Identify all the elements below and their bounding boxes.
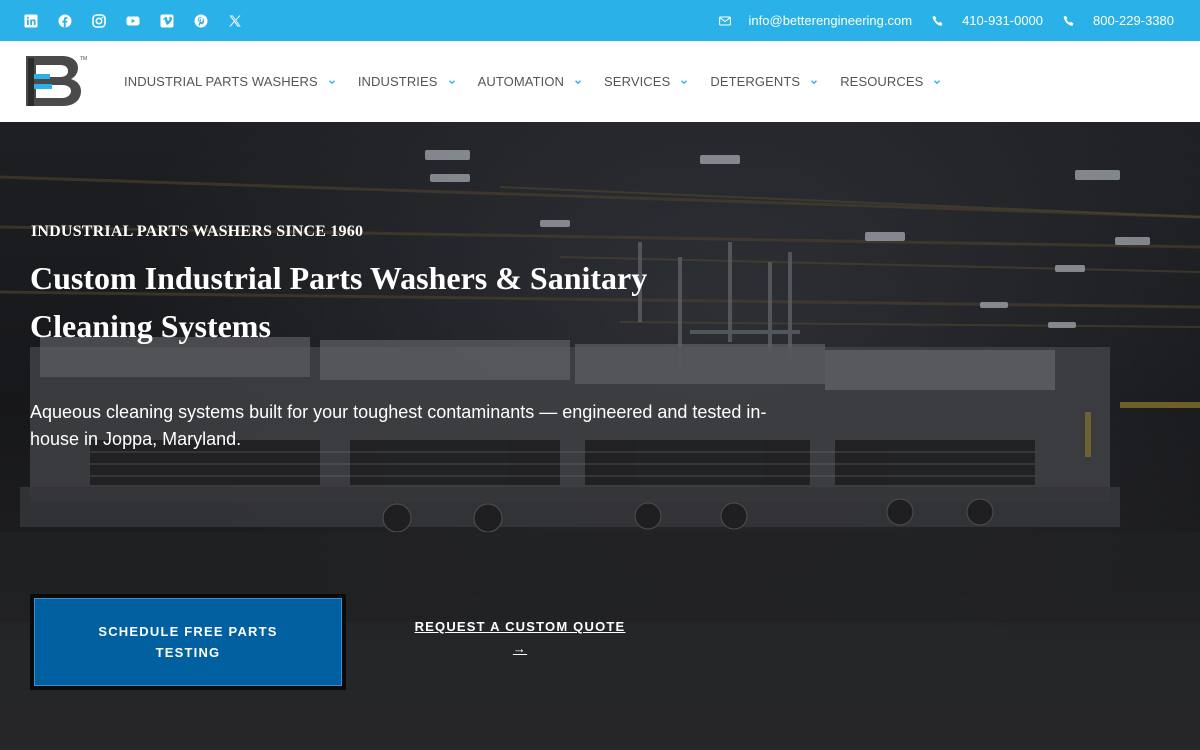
chevron-down-icon	[811, 79, 818, 84]
phone-link-2[interactable]: 800-229-3380	[1063, 13, 1174, 28]
svg-text:TM: TM	[80, 56, 87, 62]
linkedin-icon[interactable]	[24, 14, 38, 28]
arrow-right-icon: →	[512, 641, 528, 656]
phone-icon	[932, 15, 944, 27]
x-icon[interactable]	[228, 14, 242, 28]
hero-eyebrow: INDUSTRIAL PARTS WASHERS SINCE 1960	[31, 223, 364, 240]
nav-label: INDUSTRIES	[357, 74, 438, 89]
facebook-icon[interactable]	[58, 14, 72, 28]
nav-item-resources[interactable]: RESOURCES	[840, 74, 941, 89]
social-links	[24, 13, 242, 28]
nav-label: RESOURCES	[840, 74, 924, 89]
nav-item-industries[interactable]: INDUSTRIES	[358, 74, 456, 89]
chevron-down-icon	[328, 79, 335, 84]
contact-info: info@betterengineering.com 410-931-0000 …	[718, 13, 1174, 28]
chevron-down-icon	[575, 79, 582, 84]
main-nav: INDUSTRIAL PARTS WASHERS INDUSTRIES AUTO…	[124, 41, 941, 122]
request-quote-label: REQUEST A CUSTOM QUOTE	[414, 619, 626, 634]
envelope-icon	[718, 15, 731, 27]
request-quote-link[interactable]: REQUEST A CUSTOM QUOTE →	[410, 616, 630, 660]
vimeo-icon[interactable]	[160, 14, 174, 28]
phone-text-1: 410-931-0000	[962, 13, 1044, 28]
phone-icon	[1063, 15, 1075, 27]
phone-text-2: 800-229-3380	[1093, 13, 1174, 28]
pinterest-icon[interactable]	[194, 14, 208, 28]
chevron-down-icon	[681, 79, 688, 84]
phone-link-1[interactable]: 410-931-0000	[932, 13, 1043, 28]
nav-item-industrial-parts-washers[interactable]: INDUSTRIAL PARTS WASHERS	[124, 74, 336, 89]
nav-item-services[interactable]: SERVICES	[604, 74, 688, 89]
instagram-icon[interactable]	[92, 13, 106, 28]
nav-label: DETERGENTS	[710, 74, 801, 89]
chevron-down-icon	[448, 79, 455, 84]
hero-headline: Custom Industrial Parts Washers & Sanita…	[30, 260, 648, 344]
hero-subtext: Aqueous cleaning systems built for your …	[30, 402, 767, 449]
top-bar: info@betterengineering.com 410-931-0000 …	[0, 0, 1200, 41]
company-logo[interactable]: TM	[24, 54, 88, 110]
nav-label: AUTOMATION	[477, 74, 565, 89]
chevron-down-icon	[934, 79, 941, 84]
youtube-icon[interactable]	[126, 14, 140, 28]
main-header: TM INDUSTRIAL PARTS WASHERS INDUSTRIES A…	[0, 41, 1200, 122]
schedule-parts-testing-button[interactable]: SCHEDULE FREE PARTS TESTING	[30, 594, 346, 690]
nav-label: INDUSTRIAL PARTS WASHERS	[124, 74, 318, 89]
email-text: info@betterengineering.com	[748, 13, 913, 28]
nav-item-detergents[interactable]: DETERGENTS	[710, 74, 818, 89]
nav-item-automation[interactable]: AUTOMATION	[478, 74, 582, 89]
nav-label: SERVICES	[604, 74, 671, 89]
hero-section: INDUSTRIAL PARTS WASHERS SINCE 1960 Cust…	[0, 122, 1200, 750]
email-link[interactable]: info@betterengineering.com	[718, 13, 913, 28]
